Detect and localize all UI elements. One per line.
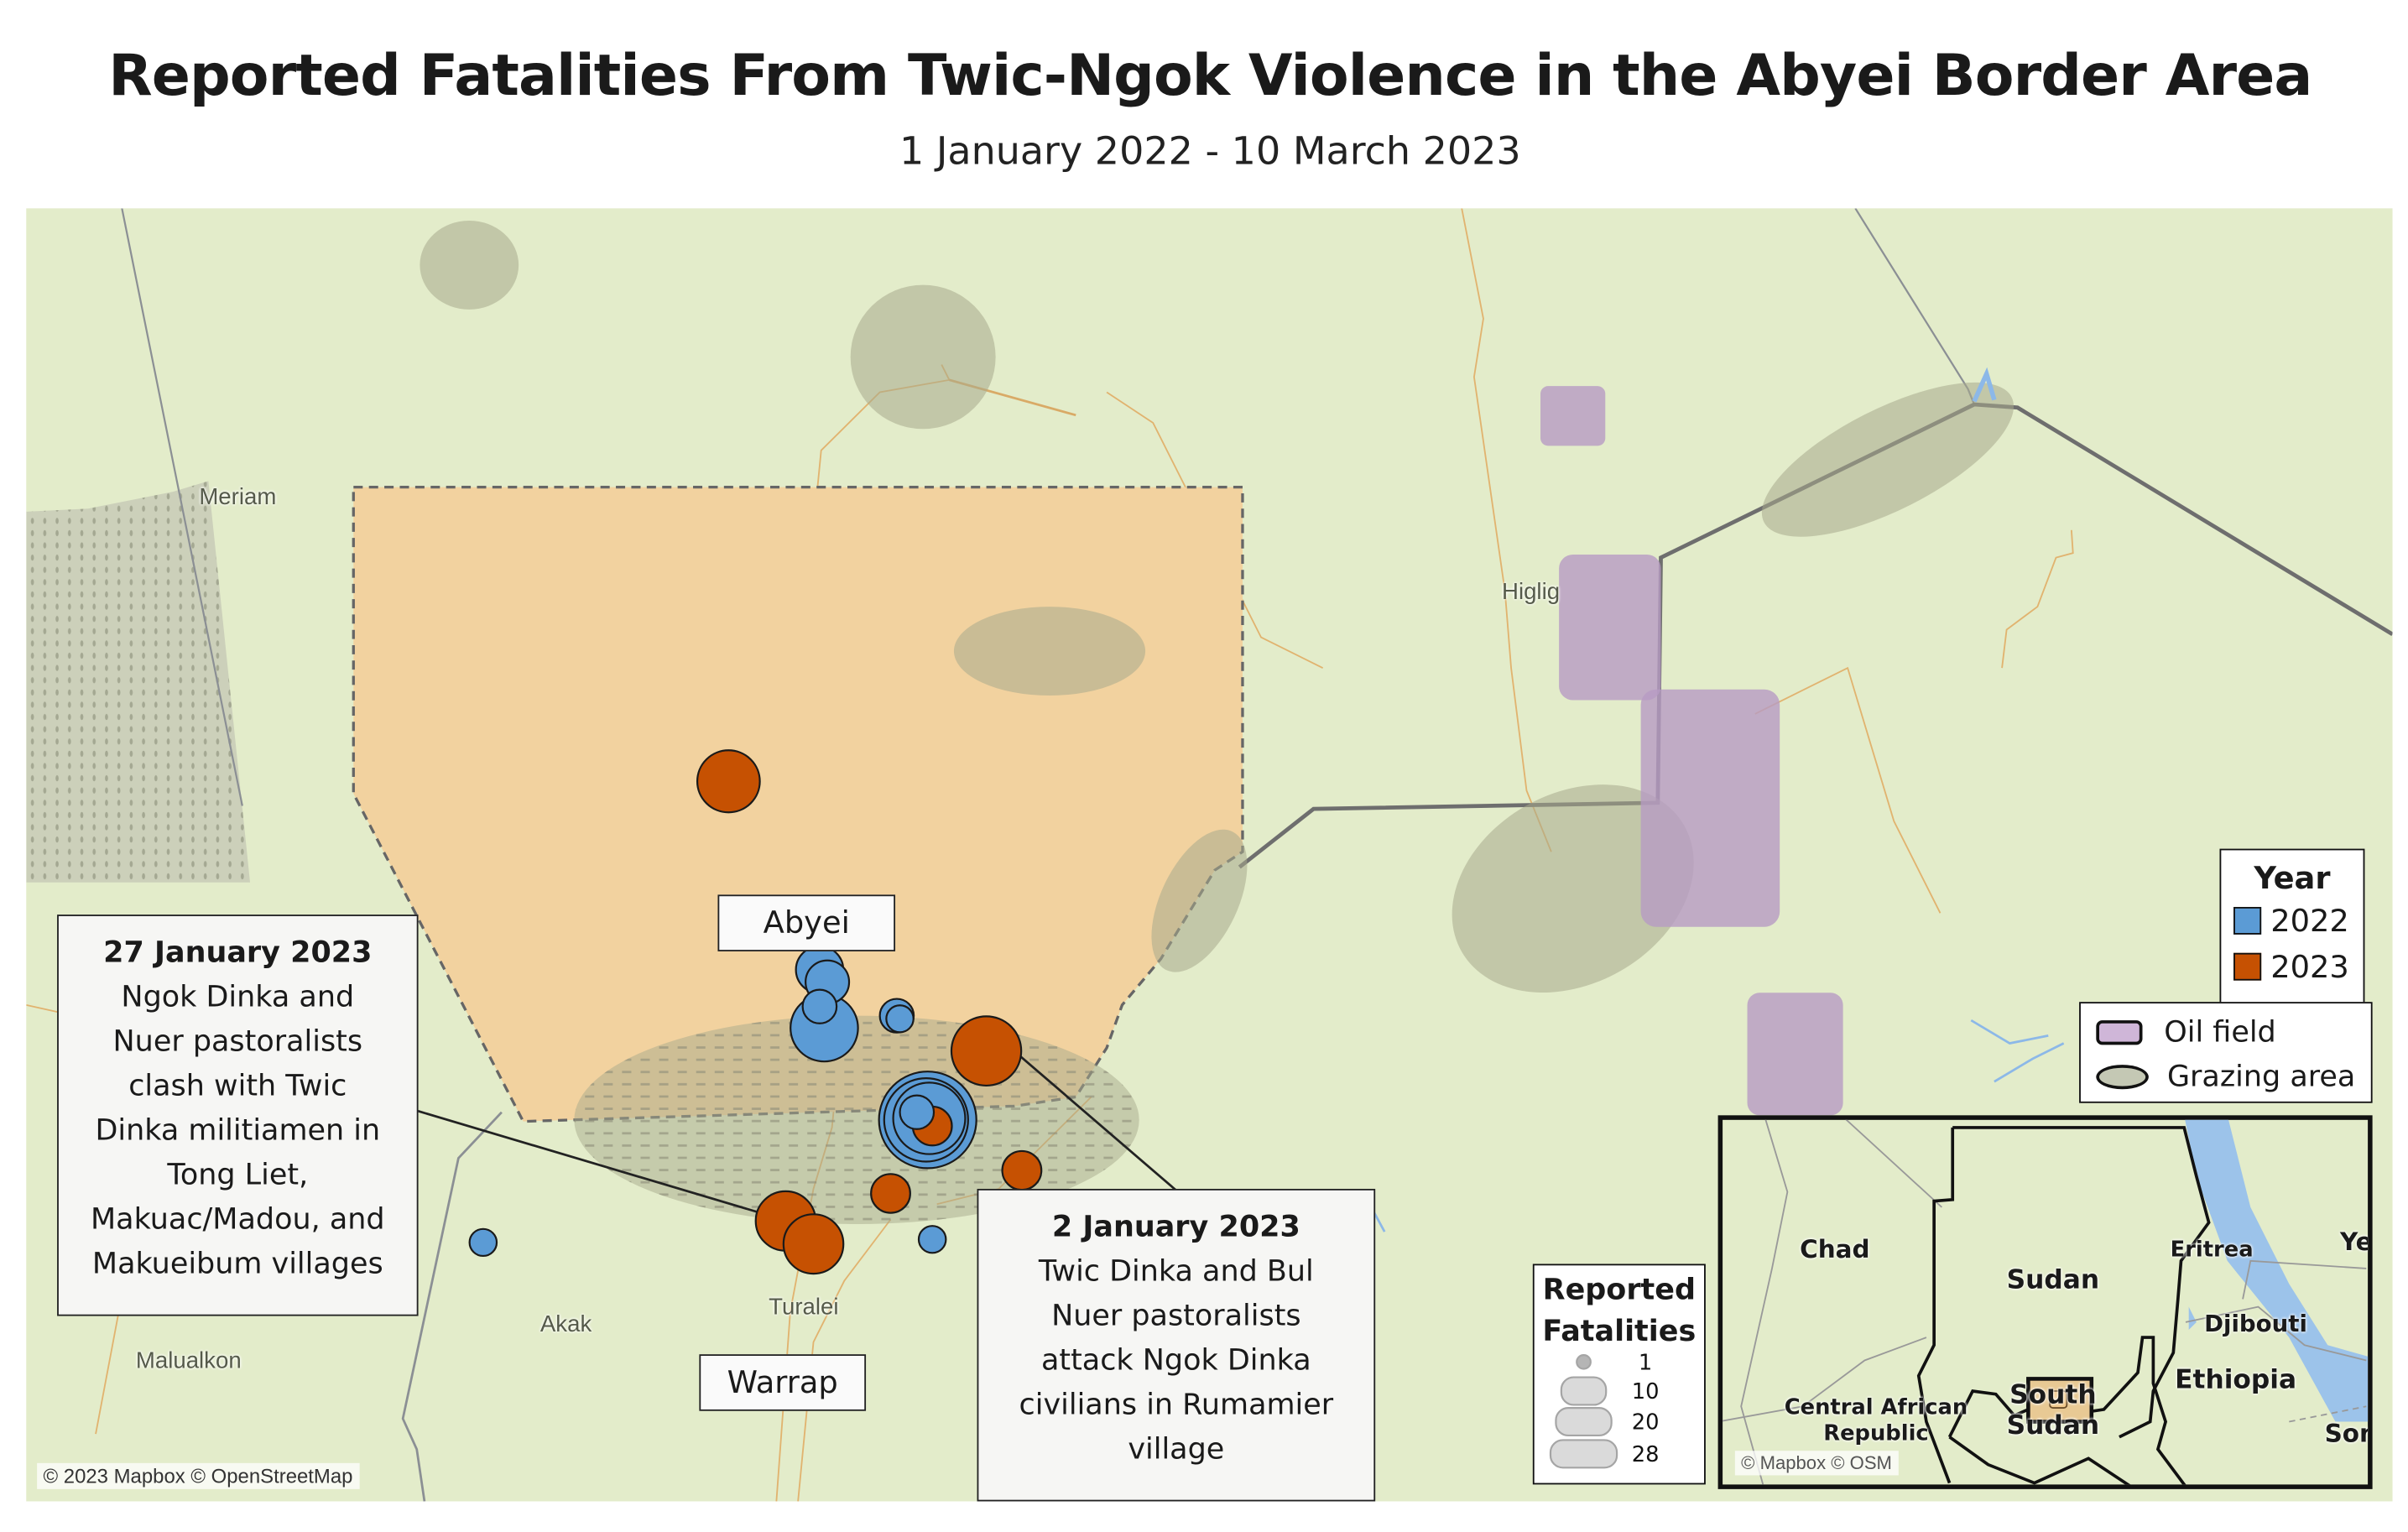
legend-fatalities-size: Reported Fatalities 1 10 20 28	[1532, 1264, 1706, 1485]
legend-item-grazing-area: Grazing area	[2096, 1054, 2370, 1098]
inset-label-yemen: Ye	[2339, 1227, 2373, 1257]
size-legend-label: 20	[1632, 1410, 1660, 1436]
inset-label-south-sudan-line2: Sudan	[2006, 1410, 2100, 1442]
size-legend-mark	[1576, 1354, 1592, 1370]
inset-attribution[interactable]: © Mapbox © OSM	[1734, 1451, 1899, 1476]
main-map[interactable]: Meriam Higlig Akak Turalei Malualkon Aby…	[26, 208, 2393, 1502]
callout-2-january-2023: 2 January 2023 Twic Dinka and Bul Nuer p…	[977, 1188, 1376, 1502]
legend-year: Year 2022 2023	[2219, 848, 2365, 1029]
inset-label-south-sudan: South Sudan	[2007, 1380, 2100, 1441]
road-line	[1461, 208, 1552, 852]
grazing-area-swatch-icon	[2096, 1064, 2149, 1089]
place-label-turalei: Turalei	[769, 1294, 839, 1321]
callout-line: Nuer pastoralists	[112, 1024, 363, 1059]
event-bubble-2022[interactable]	[899, 1094, 936, 1130]
event-bubble-2022[interactable]	[885, 1004, 915, 1034]
legend-item-label: 2023	[2270, 948, 2349, 986]
callout-line: Ngok Dinka and	[121, 980, 355, 1014]
oil-field-swatch-icon	[2096, 1019, 2143, 1045]
river	[1994, 1042, 2065, 1083]
event-bubble-2023[interactable]	[950, 1015, 1023, 1087]
region-label-warrap: Warrap	[699, 1354, 867, 1411]
grazing-area	[420, 220, 519, 310]
map-attribution[interactable]: © 2023 Mapbox © OpenStreetMap	[37, 1462, 359, 1489]
grazing-area	[953, 607, 1146, 696]
admin-boundary-line	[1854, 208, 1976, 405]
inset-label-eritrea: Eritrea	[2170, 1238, 2254, 1263]
size-legend-marks: 1 10 20 28	[1549, 1352, 1660, 1469]
callout-line: civilians in Rumamier	[1019, 1388, 1334, 1422]
swatch-2023-icon	[2233, 952, 2262, 981]
page-title: Reported Fatalities From Twic-Ngok Viole…	[108, 43, 2312, 109]
country-border	[1845, 1119, 1942, 1208]
callout-line: Tong Liet,	[167, 1158, 309, 1192]
inset-label-central-african-republic: Central African Republic	[1785, 1395, 1968, 1447]
legend-item-oil-field: Oil field	[2096, 1009, 2370, 1054]
size-legend-mark	[1555, 1406, 1613, 1437]
legend-item-label: Grazing area	[2166, 1059, 2356, 1093]
event-bubble-2022[interactable]	[468, 1227, 498, 1258]
size-legend-mark	[1560, 1376, 1608, 1406]
callout-line: attack Ngok Dinka	[1040, 1343, 1311, 1378]
inset-label-south-sudan-line1: South	[2009, 1380, 2097, 1411]
legend-year-title: Year	[2254, 859, 2331, 897]
swatch-2022-icon	[2233, 906, 2262, 935]
region-label-abyei: Abyei	[717, 894, 896, 951]
legend-area-types: Oil field Grazing area	[2079, 1002, 2373, 1103]
inset-label-car-line1: Central African	[1784, 1395, 1968, 1420]
callout-line: Dinka militiamen in	[95, 1113, 381, 1148]
callout-date: 27 January 2023	[103, 935, 373, 970]
size-legend-label: 10	[1632, 1379, 1660, 1404]
event-bubble-2022[interactable]	[917, 1225, 947, 1254]
inset-label-car-line2: Republic	[1823, 1421, 1929, 1446]
legend-item-label: Oil field	[2164, 1014, 2276, 1049]
oil-field	[1559, 555, 1661, 701]
event-bubble-2023[interactable]	[1001, 1149, 1043, 1191]
oil-field	[1640, 689, 1780, 927]
legend-item-2022: 2022	[2233, 899, 2364, 942]
inset-label-chad: Chad	[1800, 1234, 1870, 1264]
event-bubble-2023[interactable]	[870, 1173, 911, 1214]
inset-label-sudan: Sudan	[2006, 1265, 2100, 1296]
inset-label-somalia: Son	[2324, 1418, 2373, 1448]
map-figure: Reported Fatalities From Twic-Ngok Viole…	[0, 0, 2408, 1532]
callout-line: Nuer pastoralists	[1051, 1299, 1301, 1333]
callout-27-january-2023: 27 January 2023 Ngok Dinka and Nuer past…	[57, 915, 419, 1316]
size-legend-graphic: 1 10 20 28	[1549, 1352, 1660, 1469]
page-subtitle: 1 January 2022 - 10 March 2023	[899, 128, 1521, 174]
inset-label-ethiopia: Ethiopia	[2175, 1364, 2297, 1396]
callout-line: clash with Twic	[128, 1069, 347, 1103]
place-label-malualkon: Malualkon	[135, 1347, 242, 1374]
legend-size-title-line1: Reported	[1542, 1273, 1697, 1307]
callout-line: Makuac/Madou, and	[90, 1202, 385, 1237]
size-legend-label: 1	[1639, 1352, 1652, 1375]
lake-icon	[2188, 1306, 2197, 1330]
place-label-akak: Akak	[539, 1311, 592, 1338]
callout-line: Twic Dinka and Bul	[1038, 1254, 1314, 1289]
event-bubble-2023[interactable]	[696, 749, 761, 814]
legend-size-title-line2: Fatalities	[1542, 1314, 1697, 1348]
inset-label-djibouti: Djibouti	[2204, 1310, 2307, 1338]
country-border	[1740, 1119, 1789, 1485]
place-label-meriam: Meriam	[199, 484, 277, 511]
callout-line: village	[1128, 1432, 1225, 1467]
place-label-higlig: Higlig	[1502, 579, 1561, 606]
event-bubble-2023[interactable]	[782, 1213, 845, 1275]
grazing-area	[850, 284, 996, 430]
oil-field	[1747, 993, 1843, 1116]
road-line	[2001, 529, 2074, 669]
river	[1373, 1211, 1386, 1232]
callout-date: 2 January 2023	[1051, 1210, 1300, 1244]
river	[1970, 1019, 2049, 1045]
road-line	[1754, 666, 1942, 914]
legend-item-2023: 2023	[2233, 946, 2364, 988]
size-legend-label: 28	[1632, 1442, 1660, 1467]
inset-locator-map: Chad Sudan Eritrea Ye Djibouti Ethiopia …	[1717, 1115, 2373, 1489]
callout-line: Makueibum villages	[91, 1247, 383, 1281]
legend-item-label: 2022	[2270, 902, 2349, 940]
size-legend-mark	[1549, 1439, 1618, 1469]
oil-field	[1540, 386, 1606, 446]
event-bubble-2022[interactable]	[801, 988, 838, 1024]
